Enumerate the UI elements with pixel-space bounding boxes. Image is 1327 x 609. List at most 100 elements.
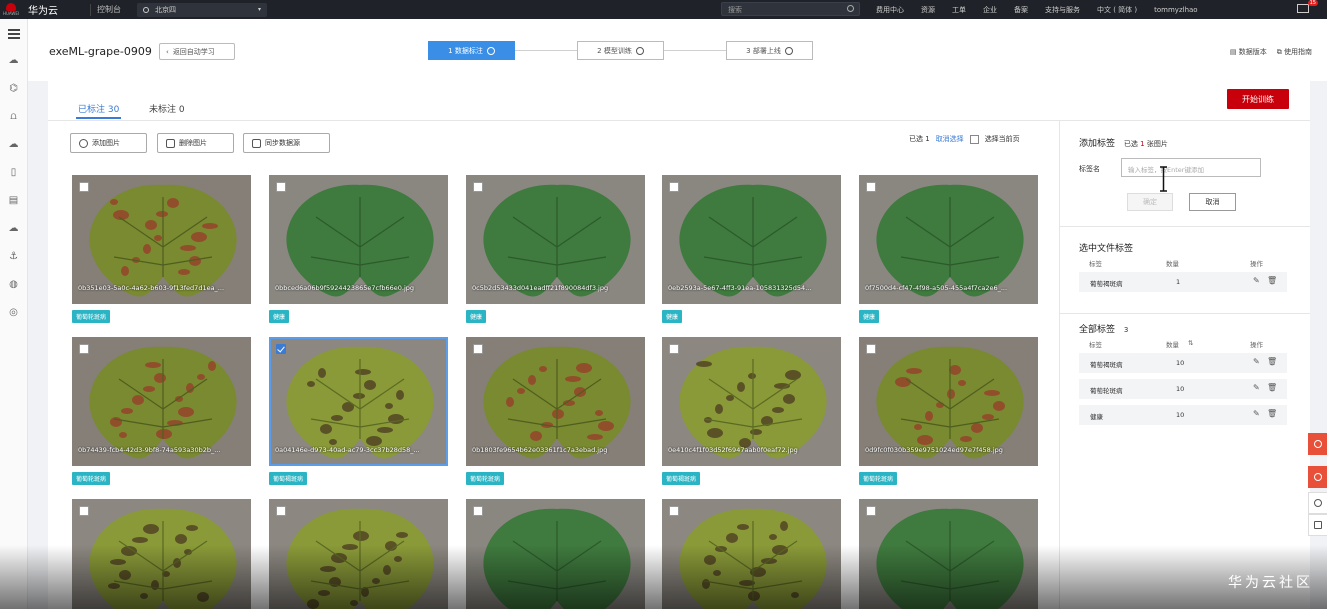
image-checkbox[interactable] bbox=[669, 182, 679, 192]
image-checkbox[interactable] bbox=[276, 182, 286, 192]
sort-icon[interactable]: ⇅ bbox=[1188, 339, 1193, 347]
search-icon[interactable] bbox=[847, 5, 854, 12]
region-selector[interactable]: 北京四 ▾ bbox=[137, 2, 267, 17]
image-card[interactable]: 0c5b2d53433d041eadff21f890084df3.jpg 健康 bbox=[466, 175, 645, 323]
image-thumbnail[interactable]: 0b74439-fcb4-42d3-9bf8-74a593a30b2b_... bbox=[72, 337, 251, 466]
image-label-tag: 葡萄褐斑病 bbox=[269, 472, 308, 485]
tab-unlabeled[interactable]: 未标注 0 bbox=[149, 102, 185, 115]
image-checkbox[interactable] bbox=[669, 506, 679, 516]
globe-icon[interactable]: ◍ bbox=[8, 279, 20, 291]
image-checkbox[interactable] bbox=[866, 182, 876, 192]
trash-icon[interactable]: 🗑 bbox=[1267, 409, 1277, 418]
image-thumbnail[interactable]: 0e410c4f1f03d52f6947aab0f0eaf72.jpg bbox=[662, 337, 841, 466]
bridge-icon[interactable]: ⩍ bbox=[8, 111, 20, 123]
image-card[interactable]: 0b351e03-5a0c-4a62-b603-9f13fed7d1ea_...… bbox=[72, 175, 251, 323]
mail-icon[interactable] bbox=[1297, 4, 1309, 13]
trash-icon[interactable]: 🗑 bbox=[1267, 357, 1277, 366]
edit-icon[interactable]: ✎ bbox=[1253, 383, 1260, 392]
nav-icp[interactable]: 备案 bbox=[1014, 5, 1028, 15]
user-guide-link[interactable]: ⧉ 使用指南 bbox=[1277, 47, 1312, 57]
project-name: exeML-grape-0909 bbox=[49, 45, 152, 58]
nav-enterprise[interactable]: 企业 bbox=[983, 5, 997, 15]
tab-labeled[interactable]: 已标注 30 bbox=[75, 102, 122, 119]
add-images-button[interactable]: 添加图片 bbox=[70, 133, 147, 153]
image-thumbnail[interactable]: 0b351e03-5a0c-4a62-b603-9f13fed7d1ea_... bbox=[72, 175, 251, 304]
label-name-input[interactable]: 输入标签，按Enter键添加 bbox=[1121, 158, 1261, 177]
confirm-button[interactable]: 确定 bbox=[1127, 193, 1173, 211]
back-button[interactable]: ‹ 返回自动学习 bbox=[159, 43, 235, 60]
image-checkbox[interactable] bbox=[473, 182, 483, 192]
edit-icon[interactable]: ✎ bbox=[1253, 409, 1260, 418]
document-icon[interactable]: ▤ bbox=[8, 195, 20, 207]
huawei-logo-icon[interactable]: HUAWEI bbox=[0, 0, 22, 19]
image-checkbox[interactable] bbox=[79, 506, 89, 516]
image-checkbox[interactable] bbox=[473, 506, 483, 516]
delete-images-button[interactable]: 删除图片 bbox=[157, 133, 234, 153]
help-button[interactable] bbox=[1308, 492, 1327, 514]
image-thumbnail[interactable]: 0a04146e-d973-40ad-ac79-3cc37b28d58_... bbox=[269, 337, 448, 466]
console-link[interactable]: 控制台 bbox=[97, 4, 121, 15]
cancel-selection-link[interactable]: 取消选择 bbox=[936, 134, 964, 144]
image-thumbnail[interactable]: 0bbced6a06b9f5924423865e7cfb66e0.jpg bbox=[269, 175, 448, 304]
image-card[interactable]: 0f7500d4-cf47-4f98-a505-455a4f7ca2e6_...… bbox=[859, 175, 1038, 323]
image-filename: 0d9fc0f030b359e9751024ed97e7f458.jpg bbox=[865, 446, 1003, 454]
image-checkbox[interactable] bbox=[79, 344, 89, 354]
step-deploy[interactable]: 3 部署上线 bbox=[726, 41, 813, 60]
image-filename: 0a04146e-d973-40ad-ac79-3cc37b28d58_... bbox=[275, 446, 420, 454]
circle-icon[interactable]: ◎ bbox=[8, 307, 20, 319]
image-card[interactable]: 0e410c4f1f03d52f6947aab0f0eaf72.jpg 葡萄褐斑病 bbox=[662, 337, 841, 485]
sync-datasource-button[interactable]: 同步数据源 bbox=[243, 133, 330, 153]
nodes-icon[interactable]: ⌬ bbox=[8, 83, 20, 95]
cloud-storage-icon[interactable]: ☁ bbox=[8, 139, 20, 151]
data-version-link[interactable]: ▤ 数据版本 bbox=[1230, 47, 1267, 57]
top-bar: HUAWEI 华为云 控制台 北京四 ▾ 搜索 费用中心 资源 工单 企业 备案… bbox=[0, 0, 1327, 19]
nav-language[interactable]: 中文 ( 简体 ) bbox=[1097, 5, 1137, 15]
image-label-tag: 葡萄轮斑病 bbox=[859, 472, 898, 485]
image-checkbox[interactable] bbox=[866, 506, 876, 516]
edit-icon[interactable]: ✎ bbox=[1253, 357, 1260, 366]
image-card[interactable]: 0d9fc0f030b359e9751024ed97e7f458.jpg 葡萄轮斑… bbox=[859, 337, 1038, 485]
image-thumbnail[interactable]: 0b1803fe9654b62e03361f1c7a3ebad.jpg bbox=[466, 337, 645, 466]
trash-icon[interactable]: 🗑 bbox=[1267, 383, 1277, 392]
cloud-icon[interactable]: ☁ bbox=[8, 55, 20, 67]
start-training-button[interactable]: 开始训练 bbox=[1227, 89, 1289, 109]
image-thumbnail[interactable]: 0d9fc0f030b359e9751024ed97e7f458.jpg bbox=[859, 337, 1038, 466]
cloud-service-icon[interactable]: ☁ bbox=[8, 223, 20, 235]
menu-icon[interactable] bbox=[7, 29, 20, 39]
step-data-labeling[interactable]: 1 数据标注 bbox=[428, 41, 515, 60]
search-input[interactable]: 搜索 bbox=[721, 2, 860, 16]
image-checkbox[interactable] bbox=[669, 344, 679, 354]
image-checkbox[interactable] bbox=[866, 344, 876, 354]
brand-name[interactable]: 华为云 bbox=[28, 2, 84, 17]
image-card[interactable]: 0bbced6a06b9f5924423865e7cfb66e0.jpg 健康 bbox=[269, 175, 448, 323]
image-card[interactable]: 0a04146e-d973-40ad-ac79-3cc37b28d58_... 葡… bbox=[269, 337, 448, 485]
chat-button[interactable] bbox=[1308, 466, 1327, 488]
nav-support[interactable]: 支持与服务 bbox=[1045, 5, 1080, 15]
image-thumbnail[interactable]: 0c5b2d53433d041eadff21f890084df3.jpg bbox=[466, 175, 645, 304]
select-page-checkbox[interactable] bbox=[969, 134, 979, 144]
trash-icon[interactable]: 🗑 bbox=[1267, 276, 1277, 285]
image-card[interactable]: 0eb2593a-5e67-4ff3-91ea-105831325d54... 健… bbox=[662, 175, 841, 323]
image-thumbnail[interactable]: 0eb2593a-5e67-4ff3-91ea-105831325d54... bbox=[662, 175, 841, 304]
image-checkbox[interactable] bbox=[79, 182, 89, 192]
edit-icon[interactable]: ✎ bbox=[1253, 276, 1260, 285]
anchor-icon[interactable]: ⚓ bbox=[8, 251, 20, 263]
cancel-button[interactable]: 取消 bbox=[1189, 193, 1236, 211]
image-filename: 0c5b2d53433d041eadff21f890084df3.jpg bbox=[472, 284, 609, 292]
nav-username[interactable]: tommyzlhao bbox=[1154, 6, 1197, 14]
image-card[interactable]: 0b74439-fcb4-42d3-9bf8-74a593a30b2b_... 葡… bbox=[72, 337, 251, 485]
step-model-training[interactable]: 2 模型训练 bbox=[577, 41, 664, 60]
header-links: ▤ 数据版本 ⧉ 使用指南 bbox=[1230, 47, 1312, 57]
image-checkbox[interactable] bbox=[276, 344, 286, 354]
image-checkbox[interactable] bbox=[473, 344, 483, 354]
headset-support-button[interactable] bbox=[1308, 433, 1327, 455]
nav-billing[interactable]: 费用中心 bbox=[876, 5, 904, 15]
clock-icon bbox=[635, 46, 644, 55]
image-card[interactable]: 0b1803fe9654b62e03361f1c7a3ebad.jpg 葡萄轮斑病 bbox=[466, 337, 645, 485]
image-thumbnail[interactable]: 0f7500d4-cf47-4f98-a505-455a4f7ca2e6_... bbox=[859, 175, 1038, 304]
feedback-button[interactable] bbox=[1308, 514, 1327, 536]
nav-resources[interactable]: 资源 bbox=[921, 5, 935, 15]
database-icon[interactable]: ▯ bbox=[8, 167, 20, 179]
nav-tickets[interactable]: 工单 bbox=[952, 5, 966, 15]
image-checkbox[interactable] bbox=[276, 506, 286, 516]
